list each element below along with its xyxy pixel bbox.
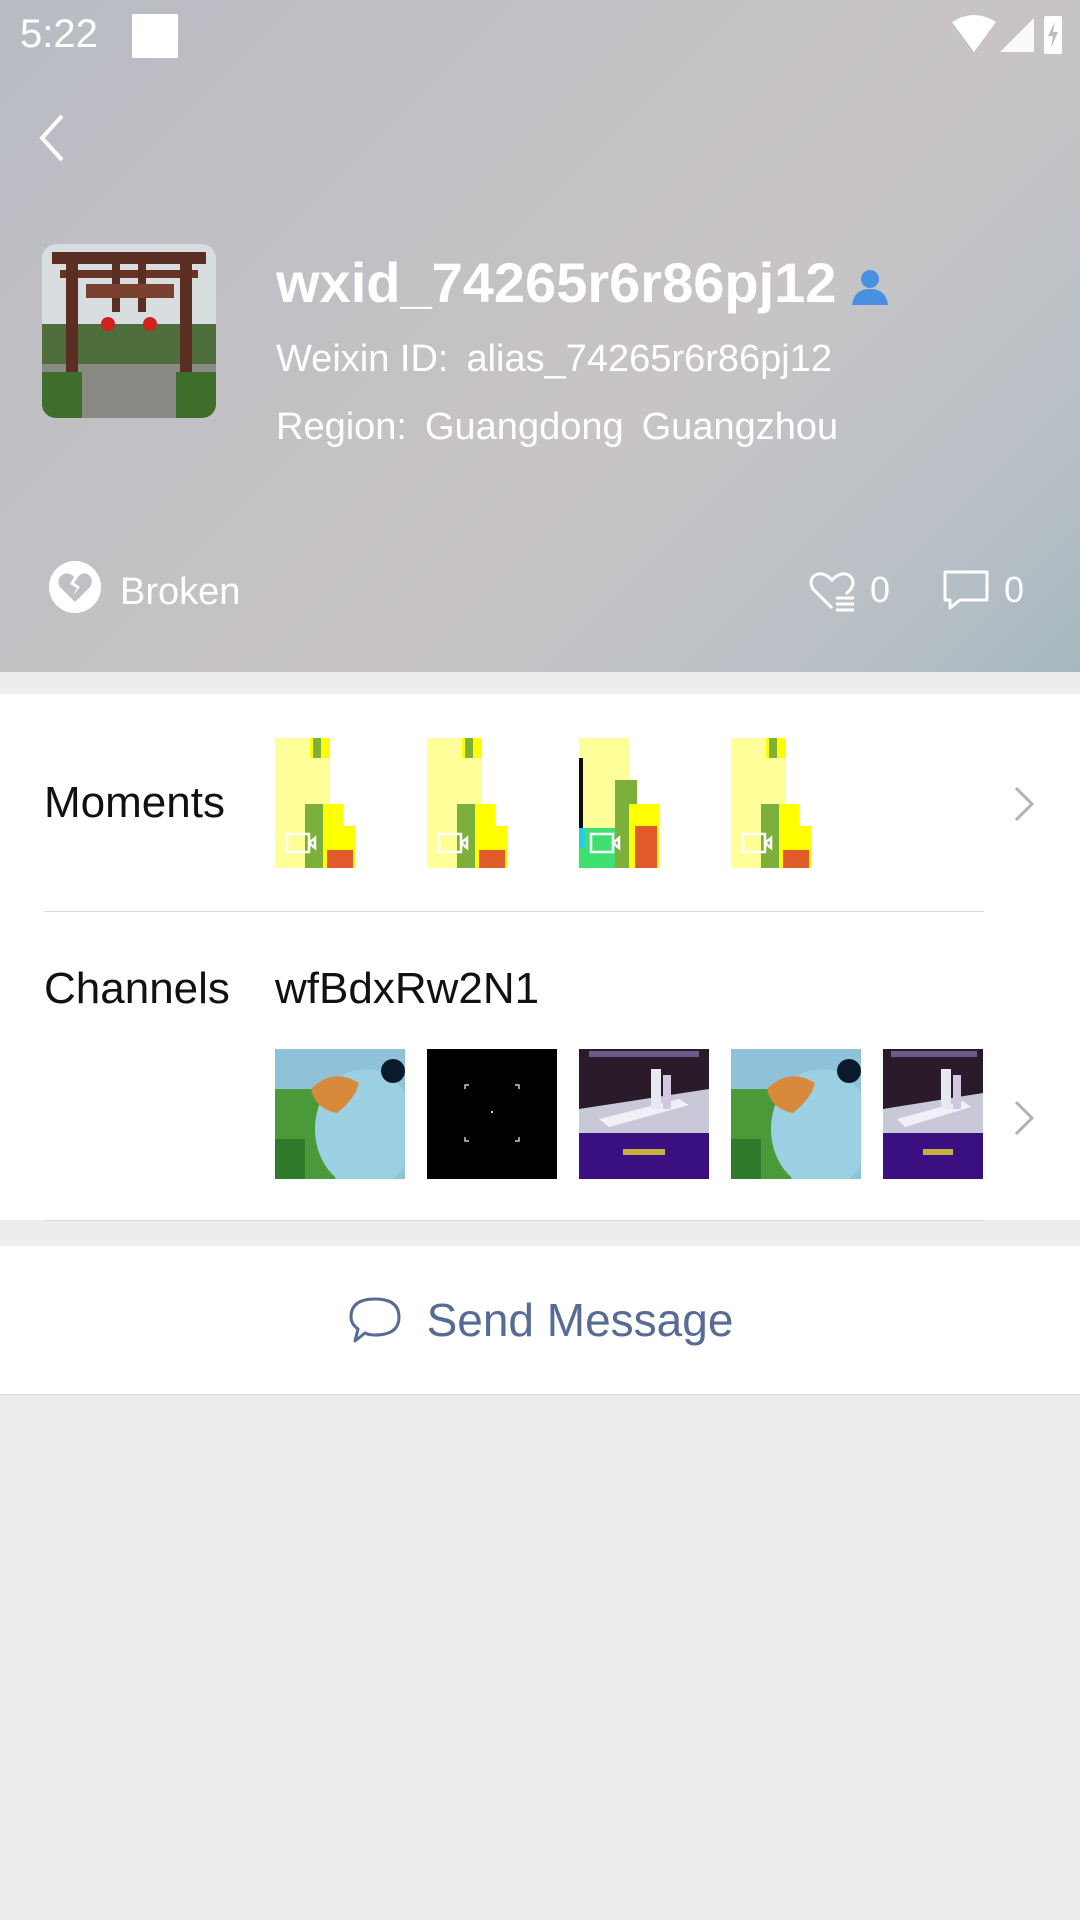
chevron-right-icon	[1014, 786, 1035, 822]
moment-thumbnail	[427, 738, 557, 868]
wifi-icon	[952, 15, 996, 52]
status-time: 5:22	[20, 12, 98, 56]
region-province: Guangdong	[424, 406, 624, 448]
channel-thumbnail	[427, 1049, 557, 1179]
like-list-icon	[809, 572, 855, 612]
moments-label: Moments	[44, 778, 225, 827]
interaction-counters: 0 0	[808, 562, 1024, 618]
back-button[interactable]	[30, 108, 80, 168]
channel-thumbnail	[579, 1049, 709, 1179]
moment-thumbnail	[275, 738, 405, 868]
channel-thumbnail	[731, 1049, 861, 1179]
channel-id: wfBdxRw2N1	[275, 964, 540, 1013]
avatar[interactable]	[42, 244, 216, 418]
chat-bubble-icon	[349, 1297, 401, 1343]
moments-row[interactable]: Moments	[0, 694, 1080, 912]
chevron-left-icon	[39, 114, 64, 162]
signal-icon	[1000, 18, 1034, 52]
broken-heart-icon	[48, 560, 102, 624]
moment-thumbnail	[579, 738, 709, 868]
channel-thumbnail	[883, 1049, 983, 1179]
weixin-id-label: Weixin ID:	[276, 338, 449, 380]
region-city: Guangzhou	[641, 406, 839, 448]
likes-counter[interactable]: 0	[808, 568, 890, 612]
channel-thumbnail	[275, 1049, 405, 1179]
send-message-label: Send Message	[426, 1294, 734, 1346]
comments-counter[interactable]: 0	[942, 569, 1024, 611]
notification-icon	[132, 14, 178, 58]
profile-header: 5:22 wxid_74265r6r86pj12 Weixin ID: alia…	[0, 0, 1080, 672]
status-bar: 5:22	[0, 0, 1080, 76]
status-label: Broken	[120, 570, 241, 613]
weixin-id-value: alias_74265r6r86pj12	[466, 338, 832, 380]
weixin-id-line: Weixin ID: alias_74265r6r86pj12	[276, 338, 832, 381]
likes-count: 0	[869, 569, 890, 610]
comment-icon	[943, 570, 989, 610]
channels-label: Channels	[44, 964, 230, 1013]
user-status[interactable]: Broken	[48, 561, 241, 620]
region-label: Region:	[276, 406, 407, 448]
contact-icon	[850, 255, 890, 320]
username-text: wxid_74265r6r86pj12	[276, 251, 837, 314]
region-line: Region: Guangdong Guangzhou	[276, 406, 838, 449]
status-icons	[952, 14, 1062, 58]
comments-count: 0	[1003, 569, 1024, 610]
chevron-right-icon	[1014, 1100, 1035, 1136]
divider	[44, 1220, 984, 1221]
channels-row[interactable]: Channels wfBdxRw2N1	[0, 912, 1080, 1220]
username: wxid_74265r6r86pj12	[276, 250, 890, 320]
send-message-button[interactable]: Send Message	[0, 1246, 1080, 1395]
moment-thumbnail	[731, 738, 861, 868]
